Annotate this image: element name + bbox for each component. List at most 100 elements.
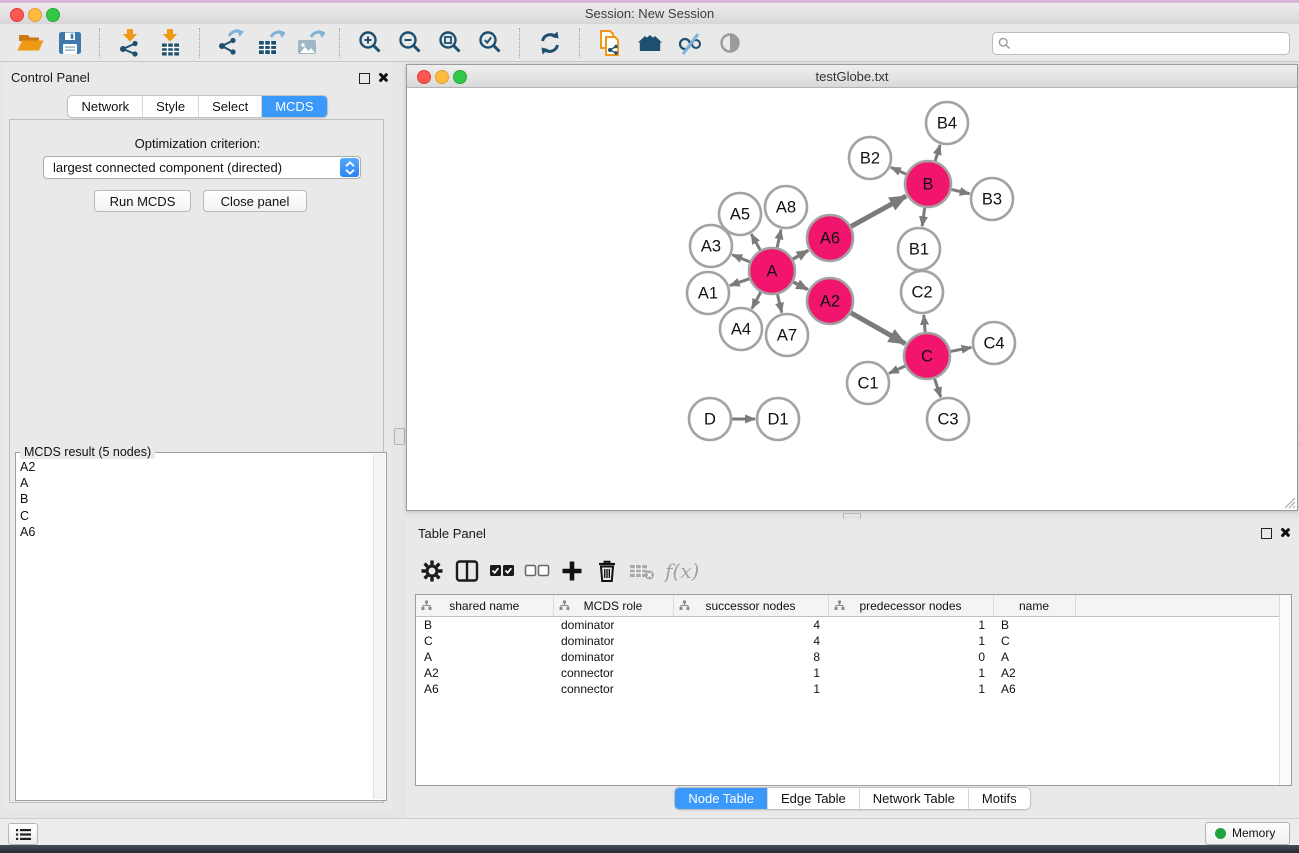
refresh-layout-icon[interactable]: [533, 27, 567, 59]
criterion-dropdown[interactable]: largest connected component (directed): [43, 156, 361, 179]
hide-glasses-icon[interactable]: [673, 27, 707, 59]
table-cell[interactable]: A2: [993, 665, 1075, 681]
tab-network-table[interactable]: Network Table: [859, 788, 968, 809]
export-image-icon[interactable]: [293, 27, 327, 59]
mcds-result-item[interactable]: B: [20, 491, 35, 507]
table-row[interactable]: Cdominator41C: [416, 633, 1291, 649]
table-cell[interactable]: connector: [553, 681, 673, 697]
import-network-icon[interactable]: [113, 27, 147, 59]
column-header-successor-nodes[interactable]: successor nodes: [673, 595, 828, 617]
open-session-icon[interactable]: [13, 27, 47, 59]
close-panel-icon[interactable]: [1279, 527, 1290, 538]
table-cell[interactable]: B: [416, 617, 553, 634]
tab-motifs[interactable]: Motifs: [968, 788, 1030, 809]
network-graph[interactable]: B4B2BB3B1A5A8A6A3AA1C2A4A7A2CC4C1C3DD1: [407, 88, 1297, 510]
column-header-name[interactable]: name: [993, 595, 1075, 617]
graph-edge-A-A3[interactable]: [732, 255, 750, 262]
graph-edge-C-C3[interactable]: [935, 379, 941, 397]
tab-style[interactable]: Style: [142, 96, 198, 117]
table-cell[interactable]: 8: [673, 649, 828, 665]
add-row-icon[interactable]: [557, 556, 587, 586]
graph-edge-A6-B[interactable]: [851, 196, 906, 226]
resize-grip-icon[interactable]: [1284, 497, 1296, 509]
table-row[interactable]: Bdominator41B: [416, 617, 1291, 634]
delete-table-icon[interactable]: [627, 556, 657, 586]
table-cell[interactable]: 1: [828, 633, 993, 649]
float-panel-icon[interactable]: [1261, 528, 1272, 539]
close-panel-icon[interactable]: [377, 72, 388, 83]
function-builder-icon[interactable]: f(x): [665, 559, 699, 583]
tab-network[interactable]: Network: [68, 96, 142, 117]
table-cell[interactable]: A6: [993, 681, 1075, 697]
graph-edge-A-A6[interactable]: [793, 250, 808, 259]
table-cell[interactable]: A: [416, 649, 553, 665]
zoom-selected-icon[interactable]: [473, 27, 507, 59]
table-cell[interactable]: 1: [673, 681, 828, 697]
gear-icon[interactable]: [417, 556, 447, 586]
zoom-in-icon[interactable]: [353, 27, 387, 59]
graph-edge-B-B3[interactable]: [951, 189, 969, 193]
left-splitter-grip[interactable]: [394, 428, 405, 445]
table-row[interactable]: A6connector11A6: [416, 681, 1291, 697]
graph-edge-A-A8[interactable]: [777, 229, 781, 247]
table-cell[interactable]: 1: [828, 617, 993, 634]
save-session-icon[interactable]: [53, 27, 87, 59]
graph-edge-A-A2[interactable]: [793, 282, 807, 289]
close-panel-button[interactable]: Close panel: [203, 190, 307, 212]
tab-select[interactable]: Select: [198, 96, 261, 117]
select-all-icon[interactable]: [487, 556, 517, 586]
table-cell[interactable]: connector: [553, 665, 673, 681]
run-mcds-button[interactable]: Run MCDS: [94, 190, 191, 212]
mcds-scrollbar[interactable]: [373, 454, 385, 799]
table-row[interactable]: A2connector11A2: [416, 665, 1291, 681]
tab-mcds[interactable]: MCDS: [261, 96, 326, 117]
column-header-predecessor-nodes[interactable]: predecessor nodes: [828, 595, 993, 617]
table-cell[interactable]: C: [993, 633, 1075, 649]
graph-edge-C-C4[interactable]: [951, 347, 972, 351]
table-cell[interactable]: C: [416, 633, 553, 649]
table-cell[interactable]: 1: [828, 665, 993, 681]
mcds-result-item[interactable]: A2: [20, 459, 35, 475]
table-cell[interactable]: dominator: [553, 617, 673, 634]
deselect-all-icon[interactable]: [522, 556, 552, 586]
graph-edge-B-B4[interactable]: [935, 145, 940, 161]
graph-edge-A-A7[interactable]: [777, 294, 781, 312]
search-input[interactable]: [1015, 34, 1283, 53]
zoom-fit-icon[interactable]: [433, 27, 467, 59]
table-row[interactable]: Adominator80A: [416, 649, 1291, 665]
paste-network-icon[interactable]: [593, 27, 627, 59]
float-panel-icon[interactable]: [359, 73, 370, 84]
tab-node-table[interactable]: Node Table: [675, 788, 767, 809]
mcds-result-item[interactable]: C: [20, 508, 35, 524]
table-cell[interactable]: 4: [673, 633, 828, 649]
table-cell[interactable]: A6: [416, 681, 553, 697]
table-cell[interactable]: 1: [828, 681, 993, 697]
graph-edge-A-A1[interactable]: [730, 279, 750, 286]
zoom-out-icon[interactable]: [393, 27, 427, 59]
graph-edge-B-B1[interactable]: [922, 208, 925, 226]
graph-edge-B-B2[interactable]: [891, 167, 906, 174]
columns-icon[interactable]: [452, 556, 482, 586]
graph-edge-A2-C[interactable]: [851, 313, 905, 344]
export-network-icon[interactable]: [213, 27, 247, 59]
table-cell[interactable]: A2: [416, 665, 553, 681]
table-cell[interactable]: dominator: [553, 649, 673, 665]
memory-button[interactable]: Memory: [1205, 822, 1290, 845]
home-icon[interactable]: [633, 27, 667, 59]
table-cell[interactable]: 1: [673, 665, 828, 681]
show-eye-icon[interactable]: [713, 27, 747, 59]
column-header-shared-name[interactable]: shared name: [416, 595, 553, 617]
table-cell[interactable]: dominator: [553, 633, 673, 649]
table-cell[interactable]: 0: [828, 649, 993, 665]
table-cell[interactable]: B: [993, 617, 1075, 634]
task-history-button[interactable]: [8, 823, 38, 845]
mcds-result-item[interactable]: A6: [20, 524, 35, 540]
network-canvas[interactable]: B4B2BB3B1A5A8A6A3AA1C2A4A7A2CC4C1C3DD1: [407, 88, 1297, 510]
table-cell[interactable]: A: [993, 649, 1075, 665]
column-header-MCDS-role[interactable]: MCDS role: [553, 595, 673, 617]
delete-row-icon[interactable]: [592, 556, 622, 586]
graph-edge-C-C2[interactable]: [924, 315, 925, 332]
graph-edge-C-C1[interactable]: [889, 366, 905, 373]
table-cell[interactable]: 4: [673, 617, 828, 634]
table-scrollbar[interactable]: [1279, 595, 1291, 785]
